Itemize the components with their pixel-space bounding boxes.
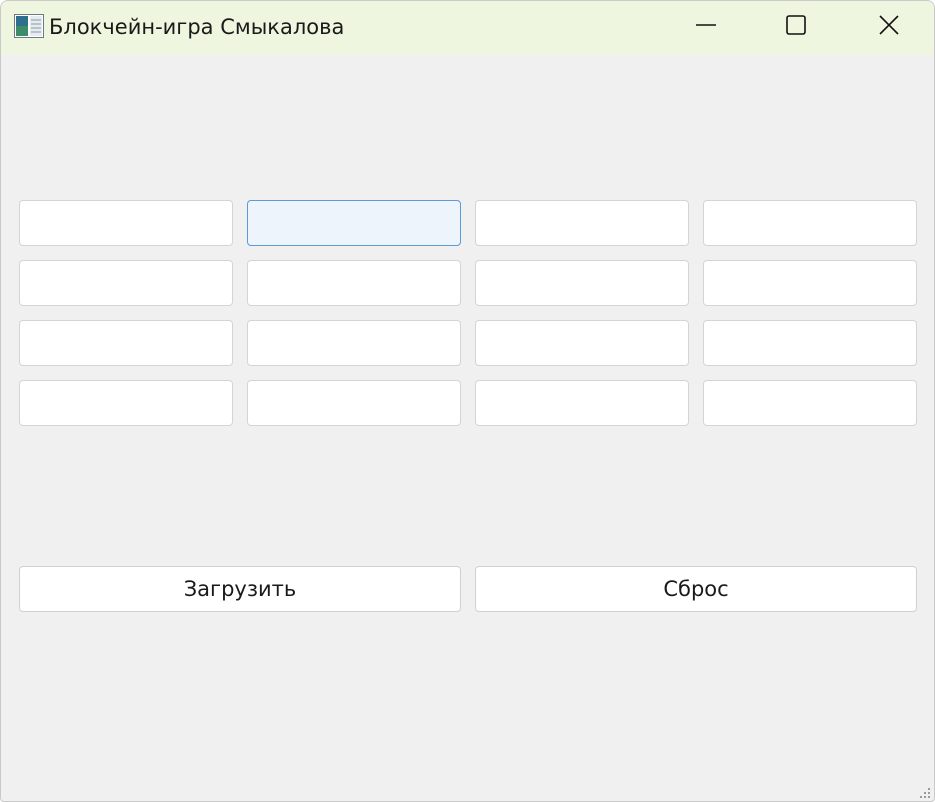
- app-window: Блокчейн-игра Смыкалова Загрузить Сброс: [0, 0, 935, 802]
- grid-cell-r2-c1[interactable]: [19, 260, 233, 306]
- grid-cell-r1-c3[interactable]: [475, 200, 689, 246]
- close-button[interactable]: [859, 1, 919, 53]
- grid-cell-r1-c2[interactable]: [247, 200, 461, 246]
- reset-button[interactable]: Сброс: [475, 566, 917, 612]
- minimize-icon: [696, 15, 716, 39]
- resize-grip-icon[interactable]: [917, 784, 931, 798]
- reset-button-label: Сброс: [663, 577, 729, 601]
- grid-cell-r4-c3[interactable]: [475, 380, 689, 426]
- load-button-label: Загрузить: [183, 577, 297, 601]
- maximize-button[interactable]: [766, 1, 826, 53]
- grid-cell-r3-c1[interactable]: [19, 320, 233, 366]
- grid-cell-r2-c2[interactable]: [247, 260, 461, 306]
- maximize-icon: [786, 15, 806, 39]
- window-title: Блокчейн-игра Смыкалова: [49, 15, 345, 39]
- load-button[interactable]: Загрузить: [19, 566, 461, 612]
- grid-cell-r3-c3[interactable]: [475, 320, 689, 366]
- grid-cell-r3-c4[interactable]: [703, 320, 917, 366]
- app-window-icon: [14, 14, 44, 38]
- grid-cell-r2-c3[interactable]: [475, 260, 689, 306]
- grid-cell-r1-c4[interactable]: [703, 200, 917, 246]
- grid-cell-r1-c1[interactable]: [19, 200, 233, 246]
- grid-cell-r4-c2[interactable]: [247, 380, 461, 426]
- title-bar[interactable]: Блокчейн-игра Смыкалова: [1, 1, 934, 55]
- grid-cell-r4-c4[interactable]: [703, 380, 917, 426]
- grid-cell-r4-c1[interactable]: [19, 380, 233, 426]
- close-icon: [879, 15, 899, 39]
- grid-cell-r2-c4[interactable]: [703, 260, 917, 306]
- grid-cell-r3-c2[interactable]: [247, 320, 461, 366]
- minimize-button[interactable]: [676, 1, 736, 53]
